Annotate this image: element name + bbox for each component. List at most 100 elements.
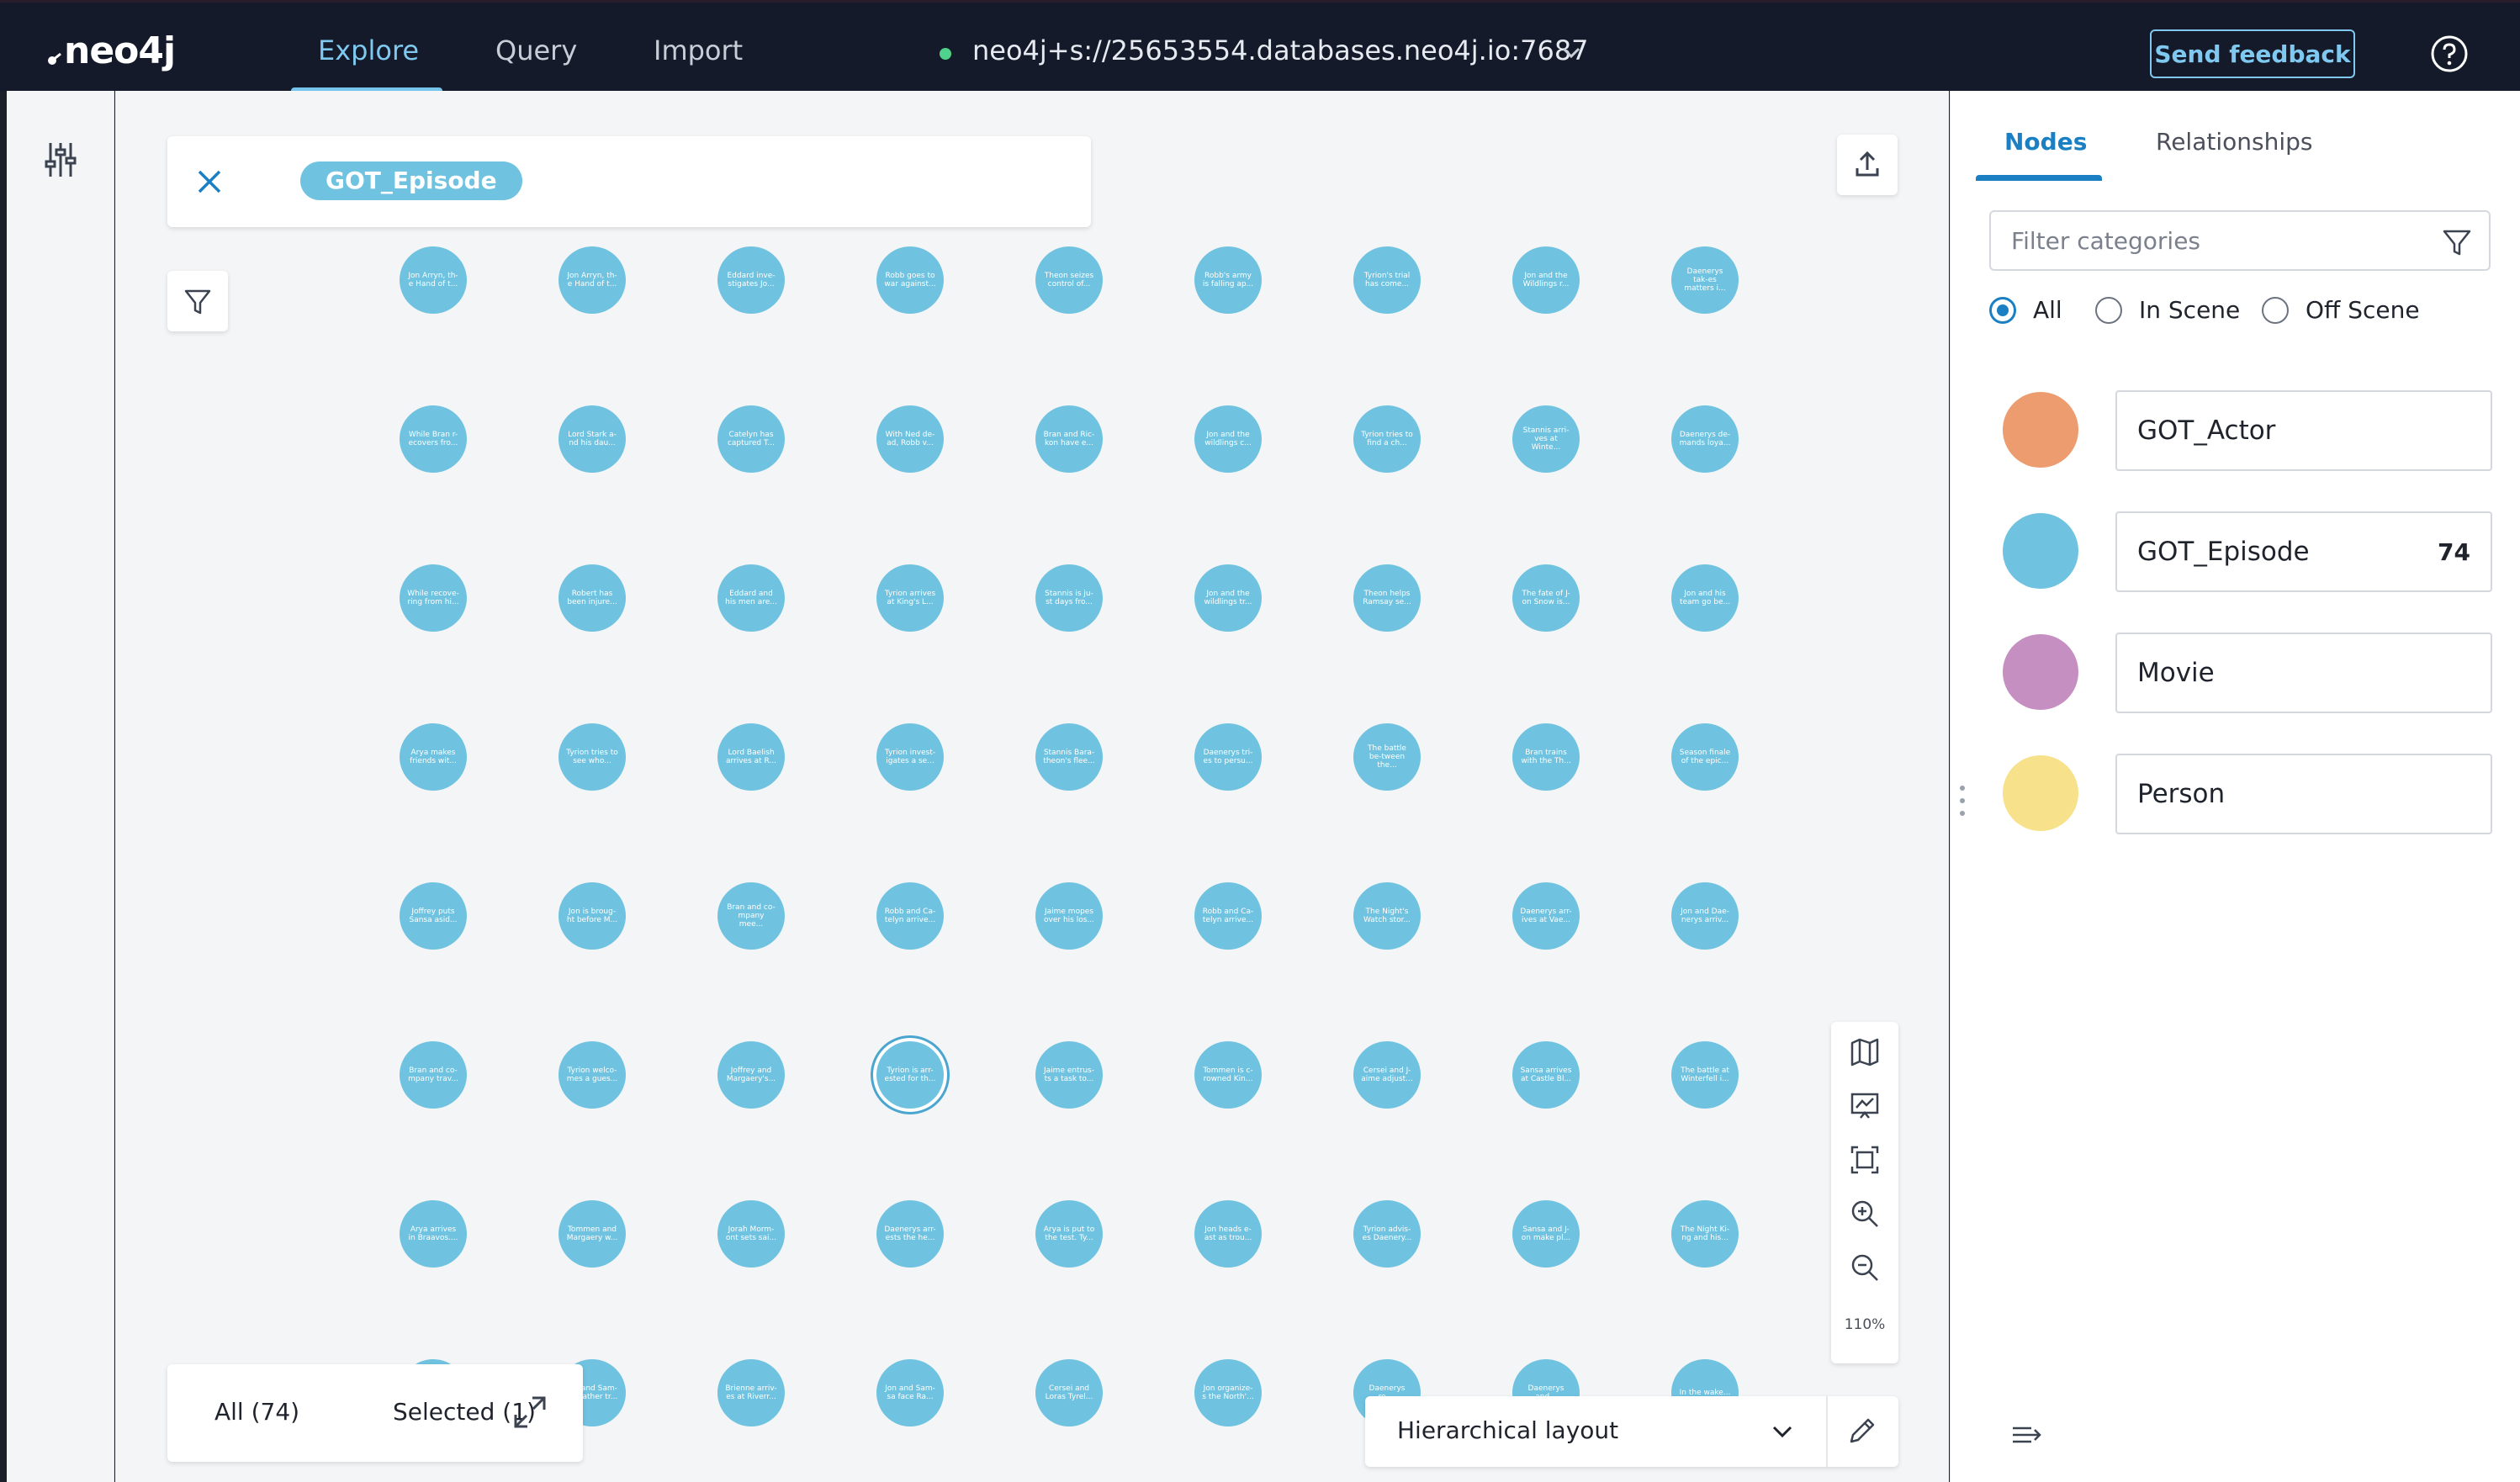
radio-button[interactable] xyxy=(2095,296,2122,324)
tab-explore[interactable]: Explore xyxy=(318,34,419,66)
graph-node[interactable]: Daenerys tak-es matters i... xyxy=(1671,246,1739,314)
graph-node[interactable]: Daenerys arr-ests the he... xyxy=(876,1200,944,1268)
graph-node[interactable]: Tyrion arrives at King's L... xyxy=(876,564,944,632)
search-chip[interactable]: GOT_Episode xyxy=(300,161,522,200)
export-button[interactable] xyxy=(1837,135,1898,195)
zoom-out-icon[interactable] xyxy=(1848,1251,1882,1284)
tab-nodes[interactable]: Nodes xyxy=(2004,128,2087,156)
radio-off-scene[interactable]: Off Scene xyxy=(2262,296,2420,324)
graph-node[interactable]: Tommen and Margaery w... xyxy=(559,1200,626,1268)
category-got-episode[interactable]: GOT_Episode 74 xyxy=(2003,511,2492,592)
category-color-swatch[interactable] xyxy=(2003,634,2078,710)
graph-node[interactable]: Daenerys de-mands loya... xyxy=(1671,405,1739,473)
graph-node[interactable]: Brienne arriv-es at Riverr... xyxy=(717,1359,785,1426)
radio-in-scene[interactable]: In Scene xyxy=(2095,296,2240,324)
help-circle-icon[interactable] xyxy=(2430,34,2469,73)
neo4j-logo[interactable]: neo4j xyxy=(47,29,176,72)
radio-all[interactable]: All xyxy=(1989,296,2062,324)
graph-node[interactable]: Daenerys tri-es to persu... xyxy=(1194,723,1262,791)
graph-node[interactable]: The Night Ki-ng and his... xyxy=(1671,1200,1739,1268)
resize-handle-icon[interactable] xyxy=(1958,784,1967,818)
graph-node[interactable]: Robb goes to war against... xyxy=(876,246,944,314)
presentation-icon[interactable] xyxy=(1848,1089,1882,1123)
send-feedback-button[interactable]: Send feedback xyxy=(2150,29,2355,78)
graph-node[interactable]: Cersei and Loras Tyrel... xyxy=(1035,1359,1103,1426)
graph-node[interactable]: Jorah Morm-ont sets sai... xyxy=(717,1200,785,1268)
graph-node[interactable]: Joffrey and Margaery's... xyxy=(717,1041,785,1109)
graph-node[interactable]: The battle be-tween the... xyxy=(1353,723,1421,791)
graph-node[interactable]: Jon and his team go be... xyxy=(1671,564,1739,632)
settings-sliders-icon[interactable] xyxy=(44,141,77,178)
graph-node[interactable]: Jon and Sam-sa face Ra... xyxy=(876,1359,944,1426)
graph-node[interactable]: Sansa arrives at Castle Bl... xyxy=(1512,1041,1580,1109)
graph-node[interactable]: Theon helps Ramsay se... xyxy=(1353,564,1421,632)
graph-node[interactable]: Robb and Ca-telyn arrive... xyxy=(876,882,944,950)
graph-node[interactable]: Jon Arryn, th-e Hand of t... xyxy=(559,246,626,314)
graph-node[interactable]: Arya arrives in Braavos.... xyxy=(400,1200,467,1268)
category-label-box[interactable]: Movie xyxy=(2115,632,2492,713)
graph-node[interactable]: Stannis is ju-st days fro... xyxy=(1035,564,1103,632)
graph-node[interactable]: Arya makes friends wit... xyxy=(400,723,467,791)
category-color-swatch[interactable] xyxy=(2003,392,2078,468)
graph-node[interactable]: Bran trains with the Th... xyxy=(1512,723,1580,791)
graph-node[interactable]: Joffrey puts Sansa asid... xyxy=(400,882,467,950)
graph-node[interactable]: Cersei and J-aime adjust... xyxy=(1353,1041,1421,1109)
graph-node[interactable]: Catelyn has captured T... xyxy=(717,405,785,473)
graph-node[interactable]: Arya is put to the test. Ty... xyxy=(1035,1200,1103,1268)
graph-node[interactable]: Jon organize-s the North'... xyxy=(1194,1359,1262,1426)
graph-node[interactable]: Jon and Dae-nerys arriv... xyxy=(1671,882,1739,950)
tab-import[interactable]: Import xyxy=(654,34,743,66)
filter-categories-input[interactable]: Filter categories xyxy=(1989,210,2491,271)
graph-node[interactable]: Jaime mopes over his los... xyxy=(1035,882,1103,950)
chevron-down-icon[interactable] xyxy=(1767,1416,1797,1447)
graph-node[interactable]: Stannis arri-ves at Winte... xyxy=(1512,405,1580,473)
graph-node[interactable]: Bran and Ric-kon have e... xyxy=(1035,405,1103,473)
graph-node[interactable]: Tommen is c-rowned Kin... xyxy=(1194,1041,1262,1109)
tab-relationships[interactable]: Relationships xyxy=(2156,128,2312,156)
graph-node[interactable]: Tyrion welco-mes a gues... xyxy=(559,1041,626,1109)
graph-node[interactable]: Eddard inve-stigates Jo... xyxy=(717,246,785,314)
expand-icon[interactable] xyxy=(511,1393,549,1432)
all-count[interactable]: All (74) xyxy=(214,1398,299,1426)
graph-node[interactable]: Jon Arryn, th-e Hand of t... xyxy=(400,246,467,314)
connection-uri[interactable]: neo4j+s://25653554.databases.neo4j.io:76… xyxy=(972,34,1589,66)
graph-node[interactable]: Bran and co-mpany trav... xyxy=(400,1041,467,1109)
graph-node[interactable]: Theon seizes control of... xyxy=(1035,246,1103,314)
graph-node[interactable]: While Bran r-ecovers fro... xyxy=(400,405,467,473)
category-label-box[interactable]: GOT_Episode 74 xyxy=(2115,511,2492,592)
search-bar[interactable]: GOT_Episode xyxy=(167,136,1091,227)
graph-node[interactable]: Robert has been injure... xyxy=(559,564,626,632)
category-color-swatch[interactable] xyxy=(2003,755,2078,831)
chevron-down-icon[interactable] xyxy=(1559,41,1583,65)
radio-button[interactable] xyxy=(2262,296,2289,324)
graph-node[interactable]: Tyrion is arr-ested for th... xyxy=(876,1041,944,1109)
graph-node[interactable]: Tyrion advis-es Daenery... xyxy=(1353,1200,1421,1268)
graph-node[interactable]: Lord Stark a-nd his dau... xyxy=(559,405,626,473)
graph-node[interactable]: Tyrion tries to see who... xyxy=(559,723,626,791)
close-icon[interactable] xyxy=(189,161,230,202)
category-person[interactable]: Person xyxy=(2003,754,2492,834)
graph-node[interactable]: Eddard and his men are... xyxy=(717,564,785,632)
graph-node[interactable]: Tyrion's trial has come... xyxy=(1353,246,1421,314)
graph-node[interactable]: Tyrion tries to find a ch... xyxy=(1353,405,1421,473)
filter-icon[interactable] xyxy=(2440,225,2474,259)
graph-node[interactable]: Lord Baelish arrives at R... xyxy=(717,723,785,791)
fit-screen-icon[interactable] xyxy=(1848,1143,1882,1177)
graph-node[interactable]: Jon and the wildlings c... xyxy=(1194,405,1262,473)
graph-node[interactable]: Jon and the Wildlings r... xyxy=(1512,246,1580,314)
category-label-box[interactable]: Person xyxy=(2115,754,2492,834)
layout-selector[interactable]: Hierarchical layout xyxy=(1365,1396,1898,1467)
pencil-icon[interactable] xyxy=(1845,1413,1880,1448)
graph-node[interactable]: Jaime entrus-ts a task to... xyxy=(1035,1041,1103,1109)
graph-node[interactable]: Bran and co-mpany mee... xyxy=(717,882,785,950)
graph-node[interactable]: Sansa and J-on make pl... xyxy=(1512,1200,1580,1268)
graph-node[interactable]: The fate of J-on Snow is... xyxy=(1512,564,1580,632)
graph-node[interactable]: Jon is broug-ht before M... xyxy=(559,882,626,950)
graph-node[interactable]: Stannis Bara-theon's flee... xyxy=(1035,723,1103,791)
graph-node[interactable]: The battle at Winterfell i... xyxy=(1671,1041,1739,1109)
graph-node[interactable]: With Ned de-ad, Robb v... xyxy=(876,405,944,473)
collapse-panel-icon[interactable] xyxy=(2009,1418,2043,1452)
graph-node[interactable]: Season finale of the epic... xyxy=(1671,723,1739,791)
map-icon[interactable] xyxy=(1848,1035,1882,1069)
category-got-actor[interactable]: GOT_Actor xyxy=(2003,390,2492,471)
